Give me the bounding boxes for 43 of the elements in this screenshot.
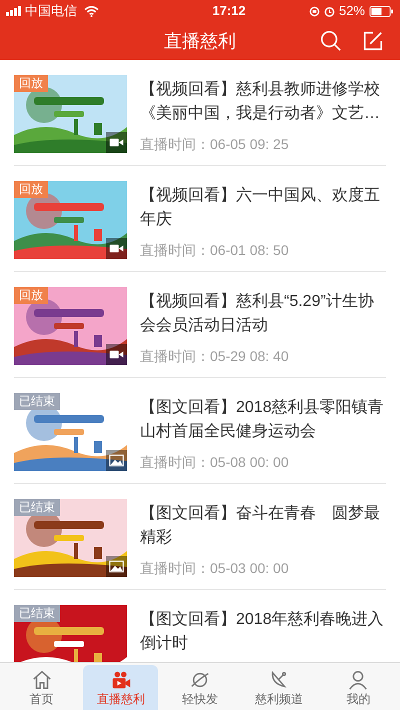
live-item[interactable]: 已结束 【图文回看】奋斗在青春 圆梦最精彩 直播时间：05-03 00: 00 (14, 484, 386, 590)
status-badge: 回放 (14, 287, 48, 304)
video-icon (106, 238, 127, 259)
status-badge: 回放 (14, 75, 48, 92)
broadcast-time: 直播时间：05-08 00: 00 (140, 453, 290, 472)
tab-item[interactable]: 首页 (4, 665, 80, 710)
tab-item[interactable]: 我的 (320, 665, 396, 710)
tab-item[interactable]: 直播慈利 (83, 665, 158, 710)
status-badge: 已结束 (14, 605, 60, 622)
live-item[interactable]: 回放 【视频回看】慈利县教师进修学校《美丽中国，我是行动者》文艺… 直播时间：06-05 09: 25 (14, 60, 386, 166)
status-badge: 回放 (14, 181, 48, 198)
broadcast-time: 直播时间：06-01 08: 50 (140, 241, 290, 260)
carrier-name: 中国电信 (25, 2, 77, 20)
rotation-lock-icon (308, 6, 320, 16)
clock-time: 17:12 (212, 2, 246, 20)
tab-item[interactable]: 慈利频道 (242, 665, 317, 710)
live-item[interactable]: 已结束 【图文回看】2018慈利县零阳镇青山村首届全民健身运动会 直播时间：05-08 00: 00 (14, 378, 386, 484)
live-item[interactable]: 回放 【视频回看】六一中国风、欢度五年庆 直播时间：06-01 08: 50 (14, 166, 386, 272)
video-icon (106, 132, 127, 153)
status-badge: 已结束 (14, 499, 60, 516)
tab-item[interactable]: 轻快发 (162, 665, 238, 710)
item-title: 【图文回看】2018年慈利春晚进入倒计时 (140, 610, 385, 654)
item-title: 【图文回看】奋斗在青春 圆梦最精彩 (140, 504, 381, 548)
wifi-icon (84, 6, 99, 16)
broadcast-time: 直播时间：05-03 00: 00 (140, 559, 290, 578)
broadcast-time: 直播时间：05-29 08: 40 (140, 347, 290, 366)
image-icon (106, 556, 127, 577)
item-title: 【图文回看】2018慈利县零阳镇青山村首届全民健身运动会 (140, 398, 385, 442)
status-badge: 已结束 (14, 393, 60, 410)
battery-percent: 52% (338, 2, 365, 20)
live-item[interactable]: 回放 【视频回看】慈利县“5.29”计生协会会员活动日活动 直播时间：05-29 08: 40 (14, 272, 386, 378)
item-title: 【视频回看】慈利县“5.29”计生协会会员活动日活动 (140, 292, 375, 336)
home-icon (30, 668, 53, 690)
battery-icon (369, 6, 394, 16)
alarm-icon (324, 6, 335, 16)
broadcast-time: 直播时间：06-05 09: 25 (140, 135, 290, 154)
signal-icon (6, 6, 22, 16)
page-title: 直播慈利 (164, 30, 236, 52)
item-title: 【视频回看】慈利县教师进修学校《美丽中国，我是行动者》文艺… (140, 80, 381, 124)
video-icon (106, 344, 127, 365)
user-icon (347, 668, 370, 690)
item-title: 【视频回看】六一中国风、欢度五年庆 (140, 186, 381, 230)
image-icon (106, 450, 127, 471)
